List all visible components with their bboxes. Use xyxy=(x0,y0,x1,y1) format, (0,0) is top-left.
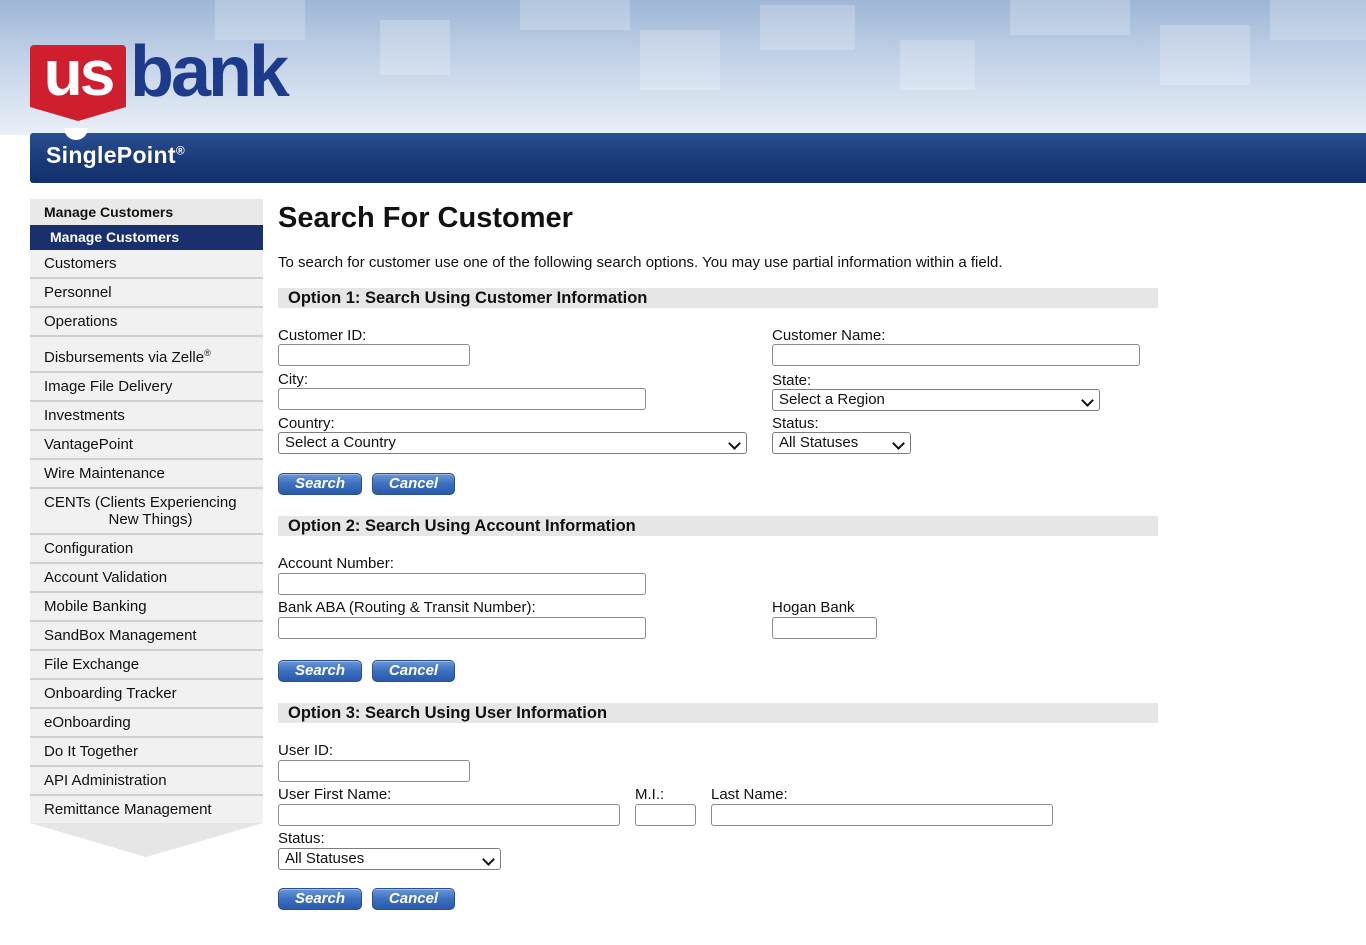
customer-id-input[interactable] xyxy=(278,344,470,366)
sidebar-section-title: Manage Customers xyxy=(30,199,263,225)
option2-cancel-button[interactable]: Cancel xyxy=(372,660,455,682)
header-banner: us bank. xyxy=(0,0,1366,135)
hogan-bank-input[interactable] xyxy=(772,617,877,639)
sidebar-item-wire-maintenance[interactable]: Wire Maintenance xyxy=(30,460,263,489)
sidebar-item-cents[interactable]: CENTs (Clients Experiencing New Things) xyxy=(30,489,263,535)
sidebar-item-mobile-banking[interactable]: Mobile Banking xyxy=(30,593,263,622)
option1-cancel-button[interactable]: Cancel xyxy=(372,473,455,495)
chevron-down-icon xyxy=(728,437,741,450)
registered-mark: ® xyxy=(204,348,211,358)
sidebar-item-remittance-management[interactable]: Remittance Management xyxy=(30,796,263,823)
option1-search-button[interactable]: Search xyxy=(278,473,362,495)
sidebar-item-sandbox-management[interactable]: SandBox Management xyxy=(30,622,263,651)
logo-us-mark: us xyxy=(30,41,126,121)
product-bar: SinglePoint® xyxy=(30,133,1366,183)
city-label: City: xyxy=(278,371,308,388)
customer-name-label: Customer Name: xyxy=(772,327,886,344)
sidebar-item-vantagepoint[interactable]: VantagePoint xyxy=(30,431,263,460)
aba-label: Bank ABA (Routing & Transit Number): xyxy=(278,599,536,616)
user-id-input[interactable] xyxy=(278,760,470,782)
country-select[interactable]: Select a Country xyxy=(278,432,747,454)
option3-header: Option 3: Search Using User Information xyxy=(278,703,1158,723)
chevron-down-icon xyxy=(1081,394,1094,407)
status-label: Status: xyxy=(772,415,819,432)
sidebar-item-api-administration[interactable]: API Administration xyxy=(30,767,263,796)
logo-bank-text: bank xyxy=(130,32,289,112)
sidebar-item-operations[interactable]: Operations xyxy=(30,308,263,337)
chevron-down-icon xyxy=(892,437,905,450)
sidebar-item-eonboarding[interactable]: eOnboarding xyxy=(30,709,263,738)
city-input[interactable] xyxy=(278,388,646,410)
sidebar-item-onboarding-tracker[interactable]: Onboarding Tracker xyxy=(30,680,263,709)
option2-header: Option 2: Search Using Account Informati… xyxy=(278,516,1158,536)
aba-input[interactable] xyxy=(278,617,646,639)
sidebar-item-do-it-together[interactable]: Do It Together xyxy=(30,738,263,767)
chevron-down-icon xyxy=(482,853,495,866)
state-selected-value: Select a Region xyxy=(779,391,885,408)
sidebar-nav: Manage Customers Manage Customers Custom… xyxy=(30,199,263,857)
first-name-label: User First Name: xyxy=(278,786,392,803)
first-name-input[interactable] xyxy=(278,804,620,826)
sidebar-item-configuration[interactable]: Configuration xyxy=(30,535,263,564)
user-status-label: Status: xyxy=(278,830,325,847)
country-label: Country: xyxy=(278,415,335,432)
main-content: Search For Customer To search for custom… xyxy=(278,199,1158,910)
account-number-label: Account Number: xyxy=(278,555,394,572)
state-label: State: xyxy=(772,372,812,389)
sidebar-item-investments[interactable]: Investments xyxy=(30,402,263,431)
option3-search-button[interactable]: Search xyxy=(278,888,362,910)
product-name: SinglePoint xyxy=(46,142,176,168)
user-id-label: User ID: xyxy=(278,742,334,759)
option1-header: Option 1: Search Using Customer Informat… xyxy=(278,288,1158,308)
status-selected-value: All Statuses xyxy=(779,434,859,451)
user-status-select[interactable]: All Statuses xyxy=(278,848,501,870)
country-selected-value: Select a Country xyxy=(285,434,396,451)
customer-id-label: Customer ID: xyxy=(278,327,367,344)
intro-text: To search for customer use one of the fo… xyxy=(278,254,1003,271)
last-name-input[interactable] xyxy=(711,804,1053,826)
option3-cancel-button[interactable]: Cancel xyxy=(372,888,455,910)
option2-search-button[interactable]: Search xyxy=(278,660,362,682)
sidebar-item-file-exchange[interactable]: File Exchange xyxy=(30,651,263,680)
sidebar-item-personnel[interactable]: Personnel xyxy=(30,279,263,308)
mi-label: M.I.: xyxy=(635,786,665,803)
sidebar-bottom-chevron xyxy=(30,823,263,857)
account-number-input[interactable] xyxy=(278,573,646,595)
hogan-bank-label: Hogan Bank xyxy=(772,599,855,616)
last-name-label: Last Name: xyxy=(711,786,788,803)
customer-name-input[interactable] xyxy=(772,344,1140,366)
status-select[interactable]: All Statuses xyxy=(772,432,911,454)
user-status-selected-value: All Statuses xyxy=(285,850,365,867)
product-registered-mark: ® xyxy=(175,143,185,158)
sidebar-item-label-line2: New Things) xyxy=(108,511,193,528)
mi-input[interactable] xyxy=(635,804,696,826)
sidebar-item-account-validation[interactable]: Account Validation xyxy=(30,564,263,593)
product-title: SinglePoint® xyxy=(46,142,185,169)
sidebar-item-disbursements-zelle[interactable]: Disbursements via Zelle® xyxy=(30,337,263,373)
sidebar-item-manage-customers[interactable]: Manage Customers xyxy=(30,225,263,250)
sidebar-item-label: CENTs (Clients Experiencing xyxy=(44,494,237,511)
sidebar-item-customers[interactable]: Customers xyxy=(30,250,263,279)
sidebar-item-image-file-delivery[interactable]: Image File Delivery xyxy=(30,373,263,402)
sidebar-item-label: Disbursements via Zelle xyxy=(44,349,205,366)
state-select[interactable]: Select a Region xyxy=(772,389,1100,411)
page-title: Search For Customer xyxy=(278,202,573,234)
